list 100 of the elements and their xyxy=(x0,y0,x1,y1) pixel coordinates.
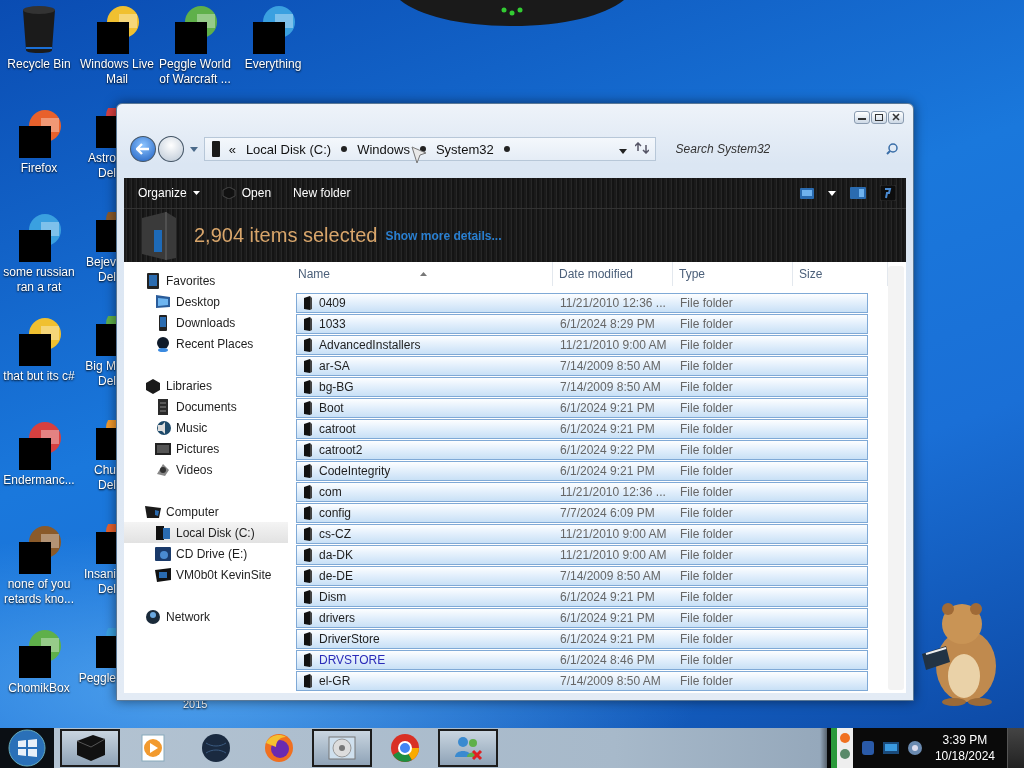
folder-icon xyxy=(303,464,313,478)
breadcrumb[interactable]: System32 xyxy=(433,141,496,157)
scrollbar[interactable] xyxy=(888,266,904,690)
computer-icon xyxy=(145,503,161,520)
breadcrumb[interactable]: Local Disk (C:) xyxy=(243,141,334,157)
taskbar-button[interactable] xyxy=(312,729,372,767)
file-row[interactable]: DriverStore 6/1/2024 9:21 PM File folder xyxy=(296,629,868,649)
minimize-button[interactable] xyxy=(854,110,870,124)
help-button[interactable] xyxy=(880,185,896,201)
preview-pane-button[interactable] xyxy=(850,187,866,199)
file-row[interactable]: drivers 6/1/2024 9:21 PM File folder xyxy=(296,608,868,628)
file-row[interactable]: Boot 6/1/2024 9:21 PM File folder xyxy=(296,398,868,418)
date-cell-text: 6/1/2024 9:21 PM xyxy=(559,422,656,436)
icon-label[interactable]: 2015 xyxy=(183,698,208,710)
date-cell-text: 7/14/2009 8:50 AM xyxy=(559,674,662,688)
ring-icon xyxy=(388,731,422,765)
type-cell-text: File folder xyxy=(679,674,734,688)
nav-item[interactable]: Local Disk (C:) xyxy=(124,522,288,543)
column-header[interactable]: Date modified xyxy=(553,262,673,286)
icon-label[interactable]: Everything xyxy=(244,57,302,72)
nav-item[interactable]: Music xyxy=(124,417,288,438)
file-row[interactable]: ar-SA 7/14/2009 8:50 AM File folder xyxy=(296,356,868,376)
nav-group[interactable]: Network xyxy=(124,606,288,627)
close-icon xyxy=(892,113,900,121)
nav-item[interactable]: Pictures xyxy=(124,438,288,459)
overflow-chevron[interactable]: « xyxy=(228,141,236,157)
file-name: 1033 xyxy=(319,317,346,331)
icon-label[interactable]: that but its c# xyxy=(3,369,75,384)
icon-label[interactable]: Windows Live Mail xyxy=(80,57,154,87)
drive-icon xyxy=(155,524,171,541)
icon-label[interactable]: Bejev Del xyxy=(78,255,116,285)
file-row[interactable]: bg-BG 7/14/2009 8:50 AM File folder xyxy=(296,377,868,397)
folder-icon xyxy=(303,422,313,436)
file-name: Boot xyxy=(319,401,344,415)
icon-label[interactable]: Peggle World of Warcraft ... xyxy=(159,57,231,87)
breadcrumb[interactable]: Windows xyxy=(355,141,412,157)
nav-group[interactable]: Favorites xyxy=(124,270,288,291)
date-cell-text: 7/7/2024 6:09 PM xyxy=(559,506,656,520)
file-row[interactable]: 0409 11/21/2010 12:36 ... File folder xyxy=(296,293,868,313)
file-row[interactable]: Dism 6/1/2024 9:21 PM File folder xyxy=(296,587,868,607)
nav-item[interactable]: Recent Places xyxy=(124,333,288,354)
nav-item[interactable]: Documents xyxy=(124,396,288,417)
file-row[interactable]: de-DE 7/14/2009 8:50 AM File folder xyxy=(296,566,868,586)
nav-group[interactable]: Computer xyxy=(124,501,288,522)
file-row[interactable]: da-DK 11/21/2010 9:00 AM File folder xyxy=(296,545,868,565)
file-name: Dism xyxy=(319,590,347,604)
type-cell-text: File folder xyxy=(679,380,734,394)
nav-item[interactable]: CD Drive (E:) xyxy=(124,543,288,564)
folder-icon xyxy=(303,653,313,667)
file-row[interactable]: catroot 6/1/2024 9:21 PM File folder xyxy=(296,419,868,439)
folder-icon xyxy=(303,380,313,394)
forward-button[interactable] xyxy=(157,136,184,162)
icon-label[interactable]: Astro Del xyxy=(78,151,116,181)
toolbar-button[interactable]: Organize xyxy=(134,184,204,202)
file-row[interactable]: 1033 6/1/2024 8:29 PM File folder xyxy=(296,314,868,334)
icon-label[interactable]: Endermanc... xyxy=(3,473,75,488)
film-icon xyxy=(155,461,171,478)
tablet-icon xyxy=(145,272,161,289)
folder-icon xyxy=(303,548,313,562)
file-row[interactable]: el-GR 7/14/2009 8:50 AM File folder xyxy=(296,671,868,691)
nav-item[interactable]: Downloads xyxy=(124,312,288,333)
view-icon xyxy=(800,187,814,199)
type-cell-text: File folder xyxy=(679,653,734,667)
file-row[interactable]: cs-CZ 11/21/2010 9:00 AM File folder xyxy=(296,524,868,544)
file-row[interactable]: CodeIntegrity 6/1/2024 9:21 PM File folder xyxy=(296,461,868,481)
icon-label[interactable]: Insani Del xyxy=(78,567,116,597)
view-menu-button[interactable] xyxy=(828,190,836,196)
file-row[interactable]: config 7/7/2024 6:09 PM File folder xyxy=(296,503,868,523)
icon-label[interactable]: some russian ran a rat xyxy=(3,265,75,295)
file-row[interactable]: AdvancedInstallers 11/21/2010 9:00 AM File folder xyxy=(296,335,868,355)
nav-item[interactable]: VM0b0t KevinSite xyxy=(124,564,288,585)
search-field[interactable]: Search System32 xyxy=(673,141,886,157)
toolbar-button[interactable]: New folder xyxy=(289,184,355,202)
file-row[interactable]: catroot2 6/1/2024 9:22 PM File folder xyxy=(296,440,868,460)
nav-item[interactable]: Videos xyxy=(124,459,288,480)
back-button[interactable] xyxy=(130,136,156,162)
date-cell-text: 6/1/2024 8:29 PM xyxy=(559,317,656,331)
icon-label[interactable]: Big M Del xyxy=(78,359,116,389)
close-button[interactable] xyxy=(888,110,904,124)
disc-drive-icon xyxy=(155,545,171,562)
file-row[interactable]: DRVSTORE 6/1/2024 8:46 PM File folder xyxy=(296,650,868,670)
show-details-link[interactable]: Show more details... xyxy=(385,228,502,243)
address-bar[interactable]: « Local Disk (C:) Windows System32 xyxy=(203,137,656,161)
column-header[interactable]: Type xyxy=(673,262,793,286)
taskbar-button[interactable] xyxy=(438,729,498,767)
icon-label[interactable]: Recycle Bin xyxy=(7,57,71,72)
taskbar-button[interactable] xyxy=(60,729,120,767)
nav-item[interactable]: Desktop xyxy=(124,291,288,312)
maximize-button[interactable] xyxy=(871,110,887,124)
folder-icon xyxy=(303,527,313,541)
icon-label[interactable]: none of you retards kno... xyxy=(4,577,74,607)
nav-group[interactable]: Libraries xyxy=(124,375,288,396)
date-cell-text: 11/21/2010 9:00 AM xyxy=(559,548,668,562)
icon-label[interactable]: Chu Del xyxy=(78,463,116,493)
view-button[interactable] xyxy=(800,187,814,199)
toolbar-button[interactable]: Open xyxy=(217,184,276,202)
icon-label[interactable]: Firefox xyxy=(20,161,58,176)
speaker-icon xyxy=(906,740,923,756)
date-cell-text: 11/21/2010 12:36 ... xyxy=(559,485,667,499)
file-row[interactable]: com 11/21/2010 12:36 ... File folder xyxy=(296,482,868,502)
